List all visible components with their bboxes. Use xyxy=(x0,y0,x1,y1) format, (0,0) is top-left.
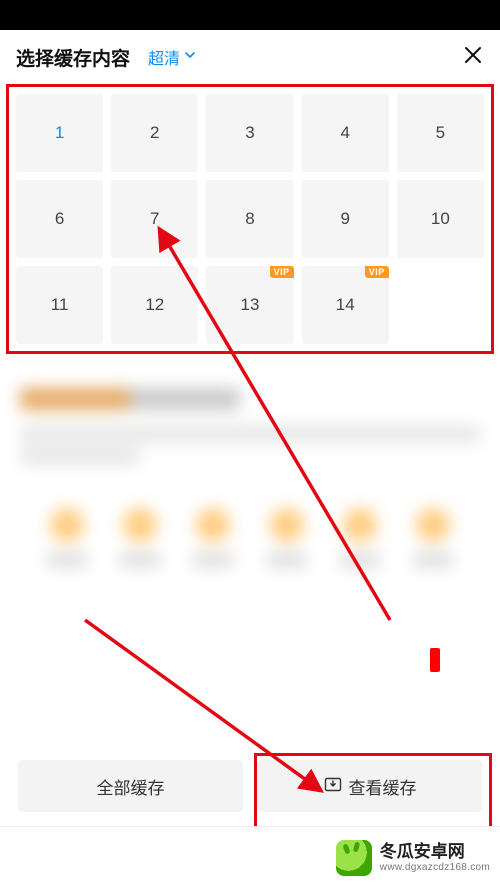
episode-8[interactable]: 8 xyxy=(206,180,293,258)
status-bar xyxy=(0,0,500,30)
episode-9[interactable]: 9 xyxy=(302,180,389,258)
view-cache-label: 查看缓存 xyxy=(349,774,417,799)
annotation-marker xyxy=(430,648,440,672)
watermark-logo-icon xyxy=(336,840,372,876)
episode-number: 14 xyxy=(336,295,355,315)
episode-3[interactable]: 3 xyxy=(206,94,293,172)
episode-7[interactable]: 7 xyxy=(111,180,198,258)
episode-number: 11 xyxy=(51,295,69,315)
watermark: 冬瓜安卓网 www.dgxazcdz168.com xyxy=(0,826,500,889)
episode-13[interactable]: 13 VIP xyxy=(206,266,293,344)
header-bar: 选择缓存内容 超清 xyxy=(0,30,500,84)
episode-number: 13 xyxy=(241,295,260,315)
episode-number: 12 xyxy=(145,295,164,315)
blurred-content xyxy=(0,348,500,758)
vip-badge: VIP xyxy=(365,266,389,278)
cache-all-label: 全部缓存 xyxy=(97,774,165,799)
episode-number: 10 xyxy=(431,209,450,229)
episode-2[interactable]: 2 xyxy=(111,94,198,172)
episode-4[interactable]: 4 xyxy=(302,94,389,172)
close-button[interactable] xyxy=(462,44,484,71)
episode-number: 9 xyxy=(340,209,349,229)
episode-10[interactable]: 10 xyxy=(397,180,484,258)
episode-12[interactable]: 12 xyxy=(111,266,198,344)
episode-number: 4 xyxy=(340,123,349,143)
cache-all-button[interactable]: 全部缓存 xyxy=(18,760,243,812)
watermark-title: 冬瓜安卓网 xyxy=(380,842,490,862)
header-title: 选择缓存内容 xyxy=(16,44,130,71)
episode-6[interactable]: 6 xyxy=(16,180,103,258)
episode-5[interactable]: 5 xyxy=(397,94,484,172)
episode-number: 3 xyxy=(245,123,254,143)
bottom-button-bar: 全部缓存 查看缓存 xyxy=(0,750,500,826)
download-folder-icon xyxy=(323,774,343,799)
quality-selector[interactable]: 超清 xyxy=(148,45,196,69)
episode-number: 5 xyxy=(436,123,445,143)
watermark-url: www.dgxazcdz168.com xyxy=(380,862,490,874)
episode-number: 8 xyxy=(245,209,254,229)
quality-label: 超清 xyxy=(148,45,180,69)
chevron-down-icon xyxy=(184,48,196,66)
episode-grid-container: 12345678910111213VIP14VIP xyxy=(0,84,500,348)
episode-number: 6 xyxy=(55,209,64,229)
vip-badge: VIP xyxy=(270,266,294,278)
episode-14[interactable]: 14 VIP xyxy=(302,266,389,344)
episode-number: 2 xyxy=(150,123,159,143)
episode-11[interactable]: 11 xyxy=(16,266,103,344)
episode-grid: 12345678910111213VIP14VIP xyxy=(12,90,488,348)
view-cache-button[interactable]: 查看缓存 xyxy=(257,760,482,812)
episode-1[interactable]: 1 xyxy=(16,94,103,172)
close-icon xyxy=(462,44,484,66)
episode-number: 1 xyxy=(55,123,64,143)
episode-number: 7 xyxy=(150,209,159,229)
